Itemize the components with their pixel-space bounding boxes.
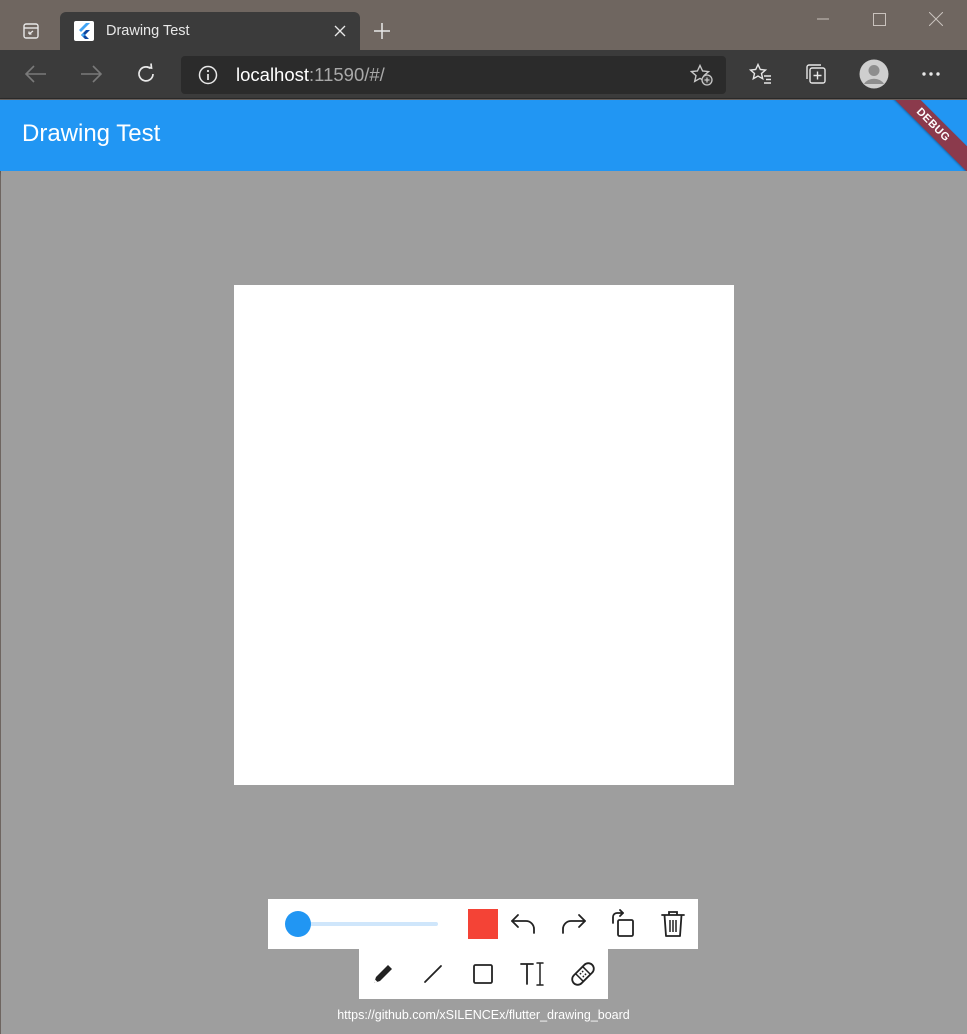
undo-button[interactable]: [504, 904, 544, 944]
new-tab-button[interactable]: [366, 14, 398, 48]
app-bar: Drawing Test DEBUG: [0, 100, 967, 171]
rectangle-icon: [473, 964, 493, 984]
refresh-button[interactable]: [128, 56, 164, 92]
address-url[interactable]: localhost:11590/#/: [236, 64, 684, 86]
plus-icon: [374, 23, 390, 39]
eraser-tool-button[interactable]: [563, 954, 603, 994]
site-info-icon[interactable]: [190, 57, 226, 93]
undo-icon: [511, 914, 535, 934]
favorites-button[interactable]: [743, 56, 779, 92]
settings-more-button[interactable]: [913, 56, 949, 92]
browser-toolbar: localhost:11590/#/: [0, 50, 967, 99]
maximize-button[interactable]: [851, 0, 907, 38]
back-button[interactable]: [18, 56, 54, 92]
tab-title: Drawing Test: [106, 23, 190, 39]
stroke-width-slider[interactable]: [298, 922, 438, 926]
add-favorite-icon[interactable]: [684, 57, 720, 93]
pen-tool-button[interactable]: [363, 954, 403, 994]
pen-icon: [374, 965, 392, 983]
collections-icon: [806, 64, 826, 84]
close-icon: [929, 12, 943, 26]
refresh-icon: [138, 63, 154, 82]
minimize-icon: [817, 18, 829, 20]
arrow-left-icon: [25, 65, 46, 83]
app-title: Drawing Test: [22, 120, 161, 147]
address-bar[interactable]: localhost:11590/#/: [181, 56, 726, 94]
delete-button[interactable]: [653, 904, 693, 944]
collections-button[interactable]: [798, 56, 834, 92]
slider-thumb[interactable]: [285, 911, 311, 937]
drawing-canvas[interactable]: [234, 285, 734, 785]
rotate-button[interactable]: [603, 904, 643, 944]
delete-icon: [661, 911, 685, 937]
tools-bar: [359, 949, 608, 999]
maximize-icon: [872, 12, 886, 26]
close-tab-icon[interactable]: [326, 17, 354, 45]
color-picker-button[interactable]: [468, 909, 498, 939]
close-window-button[interactable]: [908, 0, 964, 38]
redo-button[interactable]: [553, 904, 593, 944]
avatar-icon: [859, 59, 889, 89]
tab-actions-icon: [23, 23, 39, 39]
github-link[interactable]: https://github.com/xSILENCEx/flutter_dra…: [0, 1008, 967, 1022]
rotate-icon: [612, 909, 634, 937]
rectangle-tool-button[interactable]: [463, 954, 503, 994]
controls-bar: [268, 899, 698, 949]
redo-icon: [562, 914, 586, 934]
forward-button[interactable]: [73, 56, 109, 92]
debug-banner: DEBUG: [877, 100, 967, 171]
browser-tab[interactable]: Drawing Test: [60, 12, 360, 50]
address-host: localhost: [236, 64, 310, 85]
favorites-icon: [749, 63, 771, 84]
more-icon: [922, 72, 940, 76]
flutter-icon: [74, 21, 94, 41]
window-titlebar: Drawing Test: [0, 0, 967, 50]
eraser-icon: [571, 962, 595, 986]
line-tool-button[interactable]: [413, 954, 453, 994]
profile-button[interactable]: [856, 56, 892, 92]
text-icon: [520, 962, 544, 986]
arrow-right-icon: [81, 65, 102, 83]
tab-actions-button[interactable]: [10, 12, 52, 50]
line-icon: [424, 965, 442, 983]
minimize-button[interactable]: [795, 0, 851, 38]
text-tool-button[interactable]: [513, 954, 553, 994]
address-path: :11590/#/: [309, 64, 385, 85]
